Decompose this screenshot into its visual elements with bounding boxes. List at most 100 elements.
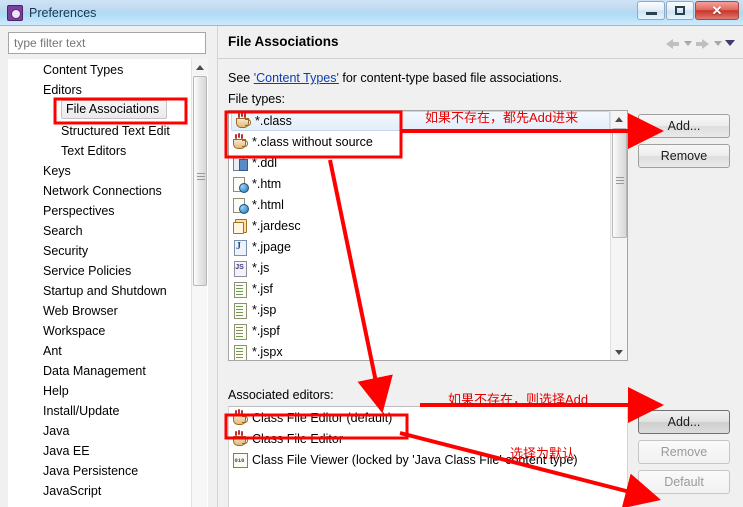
file-associations-page: File Associations See 'Content Types' fo…: [217, 26, 743, 507]
sidebar-item-label: Ant: [43, 344, 62, 358]
jar-file-icon: [232, 218, 248, 234]
sidebar-item-file-associations[interactable]: File Associations: [9, 100, 207, 121]
sidebar-item-service-policies[interactable]: Service Policies: [9, 261, 207, 281]
js-file-icon: [232, 260, 248, 277]
sidebar-scroll-up-button[interactable]: [192, 59, 208, 75]
sidebar-item-install-update[interactable]: Install/Update: [9, 401, 207, 421]
sidebar-item-label: Web Browser: [43, 304, 118, 318]
sidebar-item-perspectives[interactable]: Perspectives: [9, 201, 207, 221]
editor-label: Class File Editor: [252, 431, 343, 446]
filetypes-scroll-down-button[interactable]: [611, 344, 627, 360]
sidebar-item-java-ee[interactable]: Java EE: [9, 441, 207, 461]
chevron-up-icon: [615, 116, 623, 122]
back-dropdown-icon[interactable]: [684, 40, 692, 46]
content-types-link[interactable]: 'Content Types': [254, 71, 339, 85]
search-input[interactable]: [8, 32, 206, 54]
sidebar-item-label: JavaScript: [43, 484, 102, 498]
description-prefix: See: [228, 71, 254, 85]
list-item[interactable]: *.jspf: [229, 320, 612, 341]
sidebar-item-content-types[interactable]: Content Types: [9, 60, 207, 80]
list-item[interactable]: *.class without source: [229, 131, 612, 152]
filetypes-scroll-up-button[interactable]: [611, 111, 627, 127]
filetypes-scroll-thumb[interactable]: [612, 128, 627, 238]
default-editor-button[interactable]: Default: [638, 470, 730, 494]
sidebar-item-ant[interactable]: Ant: [9, 341, 207, 361]
list-item[interactable]: *.html: [229, 194, 612, 215]
doc-file-icon: [232, 323, 248, 340]
steam-icon: [235, 408, 243, 415]
minimize-button[interactable]: [637, 1, 665, 20]
sidebar-item-web-browser[interactable]: Web Browser: [9, 301, 207, 321]
remove-filetype-button[interactable]: Remove: [638, 144, 730, 168]
sidebar-item-editors[interactable]: Editors: [9, 80, 207, 100]
close-icon: ✕: [711, 2, 723, 18]
sidebar-item-label: Text Editors: [61, 144, 127, 158]
steam-icon: [235, 429, 243, 436]
preferences-icon: [7, 4, 23, 21]
forward-dropdown-icon[interactable]: [714, 40, 722, 46]
sidebar-item-structured-text-edit[interactable]: Structured Text Edit: [9, 121, 207, 141]
list-item[interactable]: *.jsp: [229, 299, 612, 320]
chevron-down-icon: [615, 349, 623, 355]
list-item[interactable]: *.htm: [229, 173, 612, 194]
filetypes-label: File types:: [228, 92, 285, 106]
filetype-label: *.jpage: [252, 239, 291, 254]
doc-file-icon: [232, 302, 248, 319]
sidebar-item-data-management[interactable]: Data Management: [9, 361, 207, 381]
view-menu-icon[interactable]: [725, 40, 735, 46]
doc-file-icon: [232, 344, 248, 360]
add-filetype-button[interactable]: Add...: [638, 114, 730, 138]
sidebar-item-startup-and-shutdown[interactable]: Startup and Shutdown: [9, 281, 207, 301]
annotation-editors-note: 如果不存在，则选择Add: [448, 392, 589, 407]
filetype-label: *.jsp: [252, 302, 277, 317]
filetypes-scrollbar[interactable]: [610, 111, 627, 360]
sidebar-item-label: Perspectives: [43, 204, 115, 218]
sidebar-item-network-connections[interactable]: Network Connections: [9, 181, 207, 201]
forward-arrow-icon[interactable]: [695, 36, 711, 50]
sidebar-item-keys[interactable]: Keys: [9, 161, 207, 181]
list-item[interactable]: *.js: [229, 257, 612, 278]
steam-icon: [235, 132, 243, 139]
scroll-grip-icon: [197, 173, 205, 182]
list-item[interactable]: *.jsf: [229, 278, 612, 299]
sidebar-item-help[interactable]: Help: [9, 381, 207, 401]
preferences-dialog: Preferences ✕ Content Types Editors File A…: [0, 0, 743, 507]
sidebar-item-label: Workspace: [43, 324, 106, 338]
list-item[interactable]: *.jardesc: [229, 215, 612, 236]
editors-label: Associated editors:: [228, 388, 334, 402]
page-title: File Associations: [228, 34, 339, 49]
sidebar-scrollbar[interactable]: [191, 59, 208, 507]
filetypes-listbox[interactable]: *.class *.class without source *.ddl *.htm *…: [228, 110, 628, 361]
maximize-button[interactable]: [666, 1, 694, 20]
sidebar-item-label: Java Persistence: [43, 464, 139, 478]
remove-editor-button[interactable]: Remove: [638, 440, 730, 464]
preferences-tree[interactable]: Content Types Editors File Associations Str…: [8, 59, 208, 507]
page-nav-controls: [665, 36, 735, 50]
sidebar-item-label: Search: [43, 224, 83, 238]
sidebar-item-javascript[interactable]: JavaScript: [9, 481, 207, 501]
window-titlebar: Preferences ✕: [0, 0, 743, 26]
sidebar-item-label: Java: [43, 424, 70, 438]
sidebar-item-java[interactable]: Java: [9, 421, 207, 441]
back-arrow-icon[interactable]: [665, 36, 681, 50]
editor-label: Class File Editor (default): [252, 410, 393, 425]
sidebar-item-search[interactable]: Search: [9, 221, 207, 241]
jpage-file-icon: [232, 239, 248, 256]
add-editor-button[interactable]: Add...: [638, 410, 730, 434]
list-item[interactable]: *.jpage: [229, 236, 612, 257]
list-item[interactable]: Class File Editor (default): [229, 407, 627, 428]
sidebar-scroll-thumb[interactable]: [193, 76, 207, 286]
class-viewer-icon: [232, 452, 248, 468]
sidebar-item-security[interactable]: Security: [9, 241, 207, 261]
list-item[interactable]: *.ddl: [229, 152, 612, 173]
class-file-icon: [232, 429, 248, 447]
doc-file-icon: [232, 281, 248, 298]
sidebar-item-label: Service Policies: [43, 264, 132, 278]
list-item[interactable]: *.jspx: [229, 341, 612, 360]
sidebar-item-java-persistence[interactable]: Java Persistence: [9, 461, 207, 481]
sidebar-item-label: File Associations: [61, 100, 168, 119]
sidebar-item-text-editors[interactable]: Text Editors: [9, 141, 207, 161]
sidebar-item-workspace[interactable]: Workspace: [9, 321, 207, 341]
close-button[interactable]: ✕: [695, 1, 739, 20]
sidebar-item-label: Java EE: [43, 444, 90, 458]
